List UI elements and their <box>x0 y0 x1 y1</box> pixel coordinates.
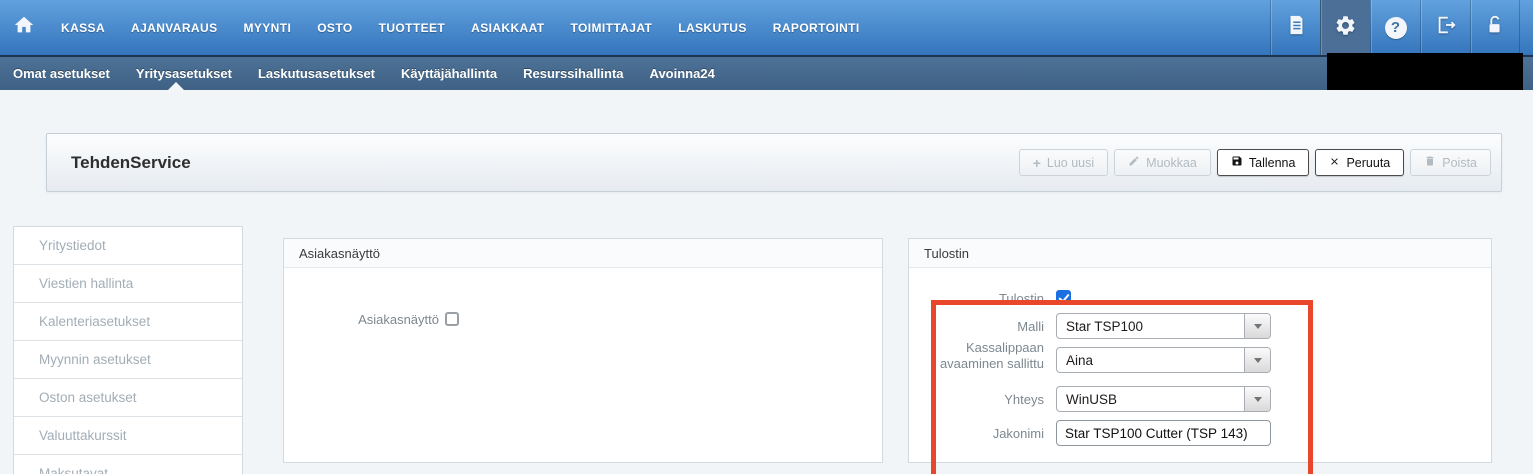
subnav-laskutusasetukset[interactable]: Laskutusasetukset <box>258 66 375 81</box>
help-button[interactable] <box>1370 0 1420 55</box>
subnav-resurssihallinta[interactable]: Resurssihallinta <box>523 66 623 81</box>
trash-icon <box>1424 155 1436 170</box>
unlock-icon <box>1484 14 1506 41</box>
delete-label: Poista <box>1442 156 1477 170</box>
delete-button[interactable]: Poista <box>1410 149 1491 176</box>
logout-button[interactable] <box>1420 0 1470 55</box>
home-icon <box>13 14 35 41</box>
connection-label: Yhteys <box>919 392 1044 408</box>
sidebar-item-valuuttakurssit[interactable]: Valuuttakurssit <box>14 417 242 455</box>
sidebar-item-maksutavat[interactable]: Maksutavat <box>14 455 242 474</box>
settings-sidebar: Yritystiedot Viestien hallinta Kalenteri… <box>13 226 243 474</box>
customer-display-checkbox[interactable] <box>445 312 459 326</box>
settings-button[interactable] <box>1320 0 1370 55</box>
printer-model-value: Star TSP100 <box>1057 319 1244 334</box>
page-header-panel: TehdenService + Luo uusi Muokkaa Tallenn… <box>46 133 1502 192</box>
subnav-avoinna24[interactable]: Avoinna24 <box>650 66 715 81</box>
top-icon-bar <box>1270 0 1520 55</box>
nav-tuotteet[interactable]: TUOTTEET <box>379 21 446 35</box>
cash-drawer-label: Kassalippaan avaaminen sallittu <box>919 340 1044 372</box>
redacted-area <box>1327 53 1523 90</box>
nav-osto[interactable]: OSTO <box>317 21 352 35</box>
sidebar-item-oston-asetukset[interactable]: Oston asetukset <box>14 379 242 417</box>
share-name-label: Jakonimi <box>919 426 1044 442</box>
printer-panel-title: Tulostin <box>909 239 1491 268</box>
cash-drawer-value: Aina <box>1057 353 1244 368</box>
customer-display-panel: Asiakasnäyttö Asiakasnäyttö <box>283 238 883 463</box>
create-new-label: Luo uusi <box>1047 156 1094 170</box>
app-root: KASSA AJANVARAUS MYYNTI OSTO TUOTTEET AS… <box>0 0 1533 474</box>
nav-toimittajat[interactable]: TOIMITTAJAT <box>571 21 653 35</box>
plus-icon: + <box>1033 156 1041 170</box>
sidebar-item-yritystiedot[interactable]: Yritystiedot <box>14 227 242 265</box>
chevron-down-icon <box>1244 314 1270 338</box>
sidebar-item-kalenteriasetukset[interactable]: Kalenteriasetukset <box>14 303 242 341</box>
save-label: Tallenna <box>1249 156 1296 170</box>
printer-panel-body: Tulostin Malli Star TSP100 Kassalippaan … <box>909 268 1491 462</box>
chevron-down-icon <box>1244 348 1270 372</box>
cancel-label: Peruuta <box>1346 156 1390 170</box>
printer-checkbox-label: Tulostin <box>919 291 1044 307</box>
home-button[interactable] <box>0 0 48 55</box>
documents-button[interactable] <box>1270 0 1320 55</box>
customer-display-panel-body: Asiakasnäyttö <box>284 268 882 462</box>
subnav-omat-asetukset[interactable]: Omat asetukset <box>13 66 110 81</box>
action-button-row: + Luo uusi Muokkaa Tallenna Peruuta <box>1019 149 1491 176</box>
create-new-button[interactable]: + Luo uusi <box>1019 149 1108 176</box>
nav-raportointi[interactable]: RAPORTOINTI <box>773 21 860 35</box>
pencil-icon <box>1128 155 1140 170</box>
sidebar-item-myynnin-asetukset[interactable]: Myynnin asetukset <box>14 341 242 379</box>
share-name-input[interactable] <box>1056 420 1271 446</box>
top-navigation: KASSA AJANVARAUS MYYNTI OSTO TUOTTEET AS… <box>0 0 1533 55</box>
help-icon <box>1385 17 1407 39</box>
close-icon <box>1329 156 1340 170</box>
nav-kassa[interactable]: KASSA <box>61 21 105 35</box>
printer-panel: Tulostin Tulostin Malli Star TSP100 Kass… <box>908 238 1492 463</box>
lock-button[interactable] <box>1470 0 1520 55</box>
documents-icon <box>1285 14 1307 41</box>
sidebar-item-viestien-hallinta[interactable]: Viestien hallinta <box>14 265 242 303</box>
save-button[interactable]: Tallenna <box>1217 149 1310 176</box>
active-tab-indicator <box>168 82 184 90</box>
customer-display-panel-title: Asiakasnäyttö <box>284 239 882 268</box>
connection-select[interactable]: WinUSB <box>1056 386 1271 412</box>
customer-display-checkbox-label: Asiakasnäyttö <box>294 312 439 328</box>
page-title: TehdenService <box>71 153 191 173</box>
nav-ajanvaraus[interactable]: AJANVARAUS <box>131 21 217 35</box>
cancel-button[interactable]: Peruuta <box>1315 149 1404 176</box>
cash-drawer-select[interactable]: Aina <box>1056 347 1271 373</box>
edit-button[interactable]: Muokkaa <box>1114 149 1211 176</box>
connection-value: WinUSB <box>1057 392 1244 407</box>
nav-myynti[interactable]: MYYNTI <box>243 21 291 35</box>
edit-label: Muokkaa <box>1146 156 1197 170</box>
nav-asiakkaat[interactable]: ASIAKKAAT <box>471 21 544 35</box>
logout-icon <box>1435 14 1457 41</box>
nav-laskutus[interactable]: LASKUTUS <box>678 21 747 35</box>
chevron-down-icon <box>1244 387 1270 411</box>
subnav-yritysasetukset[interactable]: Yritysasetukset <box>136 66 232 81</box>
printer-checkbox[interactable] <box>1056 290 1071 305</box>
printer-model-label: Malli <box>919 319 1044 335</box>
subnav-kayttajahallinta[interactable]: Käyttäjähallinta <box>401 66 497 81</box>
settings-sub-navigation: Omat asetukset Yritysasetukset Laskutusa… <box>0 55 1533 90</box>
floppy-icon <box>1231 155 1243 170</box>
printer-model-select[interactable]: Star TSP100 <box>1056 313 1271 339</box>
settings-gear-icon <box>1334 14 1357 42</box>
